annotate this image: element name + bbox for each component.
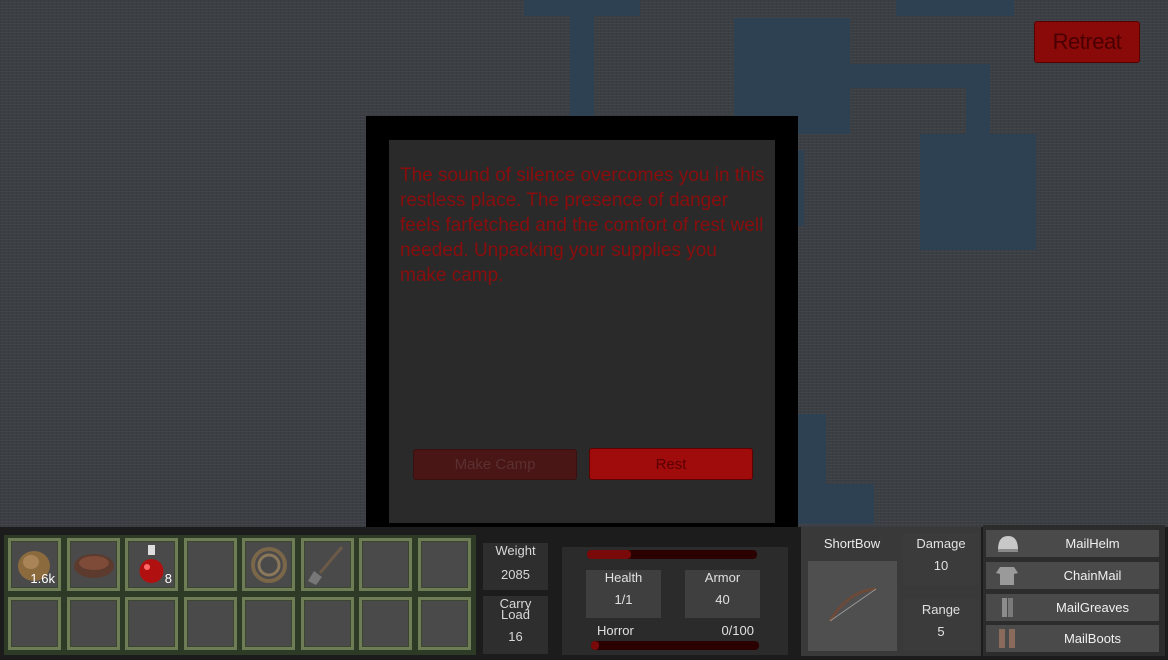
equipment-slot-feet[interactable]: MailBoots [986, 625, 1159, 652]
health-label: Health [604, 570, 643, 585]
inventory-slot[interactable] [183, 597, 237, 650]
shovel-icon [304, 541, 351, 593]
equipment-name: MailGreaves [1056, 600, 1129, 615]
weight-label: Weight [495, 543, 536, 558]
inventory-slot[interactable] [66, 597, 120, 650]
map-tile [920, 134, 1036, 250]
inventory-slot[interactable] [66, 538, 120, 593]
inventory-slot[interactable] [359, 597, 412, 650]
map-tile [966, 88, 990, 136]
bow-icon [828, 587, 877, 622]
inventory-slot[interactable] [359, 538, 412, 591]
carry-load-value: 16 [508, 629, 523, 644]
carry-load-box: Carry Load 16 [483, 596, 548, 654]
weight-value: 2085 [501, 567, 530, 582]
equipment-name: ChainMail [1063, 568, 1122, 583]
equipment-slot-helm[interactable]: MailHelm [986, 530, 1159, 557]
range-label: Range [921, 602, 961, 617]
inventory-slot[interactable]: 8 [125, 538, 178, 591]
range-value: 5 [937, 624, 945, 639]
armor-value: 40 [715, 592, 730, 607]
weight-box: Weight 2085 [483, 543, 548, 590]
top-bar-fill [587, 550, 632, 559]
damage-label: Damage [916, 536, 966, 551]
item-count: 1.6k [30, 571, 55, 586]
inventory-slot[interactable] [417, 597, 471, 650]
equipment-name: MailHelm [1065, 536, 1120, 551]
damage-box: Damage 10 [903, 533, 979, 585]
armor-label: Armor [704, 570, 741, 585]
make-camp-button[interactable]: Make Camp [413, 449, 577, 480]
horror-bar [591, 641, 759, 650]
rest-button[interactable]: Rest [589, 448, 753, 480]
weapon-name: ShortBow [823, 536, 881, 551]
equipment-slot-legs[interactable]: MailGreaves [986, 594, 1159, 621]
inventory-slot[interactable] [8, 597, 61, 650]
map-tile [798, 150, 804, 226]
inventory-grid: 1.6k 8 [4, 535, 476, 655]
map-tile [798, 484, 874, 524]
equipment-slot-chest[interactable]: ChainMail [986, 562, 1159, 589]
inventory-slot[interactable] [242, 538, 295, 591]
greaves-icon [1002, 598, 1013, 617]
item-count: 8 [164, 571, 172, 586]
weapon-slot[interactable] [808, 561, 897, 651]
chainmail-icon [996, 567, 1018, 585]
map-tile [850, 64, 990, 88]
camp-dialog-text: The sound of silence overcomes you in th… [400, 165, 765, 286]
inventory-slot[interactable]: 1.6k [8, 538, 61, 591]
boots-icon [999, 629, 1015, 648]
meat-icon [70, 541, 117, 593]
helmet-icon [998, 536, 1018, 552]
inventory-slot[interactable] [417, 538, 471, 591]
inventory-slot[interactable] [300, 538, 354, 593]
carry-load-label: Carry Load [499, 596, 532, 622]
map-tile [896, 0, 1014, 16]
retreat-button[interactable]: Retreat [1034, 21, 1140, 63]
inventory-slot[interactable] [242, 597, 295, 650]
range-box: Range 5 [903, 599, 979, 651]
equipment-name: MailBoots [1063, 631, 1122, 646]
health-value: 1/1 [614, 592, 633, 607]
map-tile [798, 414, 826, 484]
rope-icon [245, 541, 292, 593]
inventory-slot[interactable] [183, 538, 237, 591]
health-box: Health 1/1 [586, 570, 661, 618]
horror-label: Horror [597, 623, 634, 638]
inventory-slot[interactable] [125, 597, 178, 650]
game-screen: { "retreat_label": "Retreat", "dialog": … [0, 0, 1168, 660]
damage-value: 10 [933, 558, 949, 573]
map-tile [570, 16, 594, 116]
top-bar [587, 550, 757, 559]
inventory-slot[interactable] [300, 597, 354, 650]
horror-value: 0/100 [721, 623, 754, 638]
horror-bar-fill [591, 641, 600, 650]
map-tile [524, 0, 640, 16]
armor-box: Armor 40 [685, 570, 760, 618]
